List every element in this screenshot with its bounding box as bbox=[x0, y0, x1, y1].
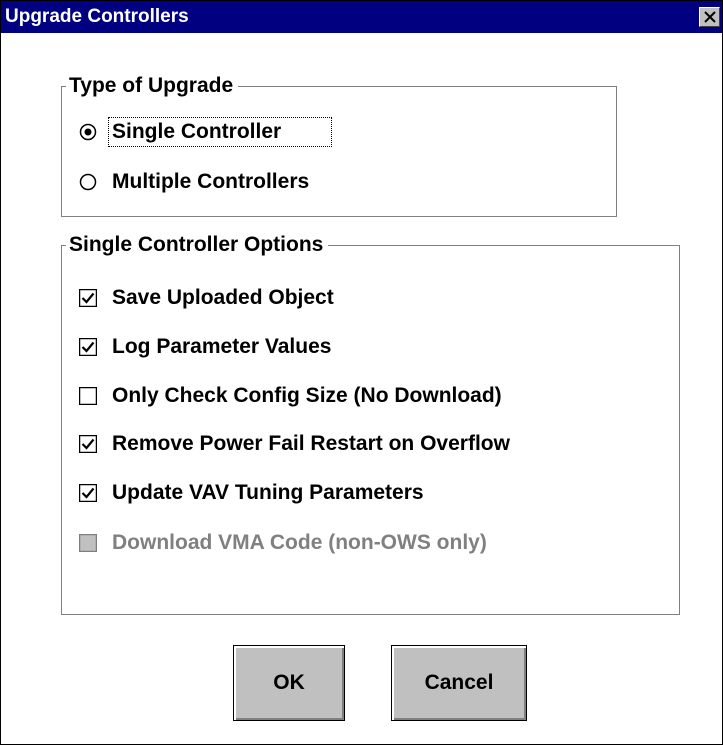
radio-single-controller-label: Single Controller bbox=[112, 120, 282, 143]
close-button[interactable] bbox=[699, 7, 720, 27]
single-controller-options-legend: Single Controller Options bbox=[66, 233, 329, 257]
radio-selected-icon bbox=[79, 123, 97, 141]
close-icon bbox=[704, 11, 716, 23]
update-vav-tuning-parameters-label: Update VAV Tuning Parameters bbox=[112, 481, 424, 504]
remove-power-fail-restart-label: Remove Power Fail Restart on Overflow bbox=[112, 432, 510, 455]
checkbox-remove-power-fail-restart[interactable]: Remove Power Fail Restart on Overflow bbox=[79, 429, 659, 459]
ok-button[interactable]: OK bbox=[233, 645, 345, 721]
type-of-upgrade-legend: Type of Upgrade bbox=[66, 74, 239, 98]
checkbox-download-vma-code: Download VMA Code (non-OWS only) bbox=[79, 528, 619, 558]
checkbox-log-parameter-values[interactable]: Log Parameter Values bbox=[79, 332, 419, 362]
checkbox-save-uploaded-object[interactable]: Save Uploaded Object bbox=[79, 283, 419, 313]
radio-single-controller[interactable]: Single Controller bbox=[79, 117, 339, 147]
window-title: Upgrade Controllers bbox=[5, 6, 189, 27]
title-bar[interactable]: Upgrade Controllers bbox=[1, 1, 722, 33]
upgrade-controllers-dialog: Upgrade Controllers Type of Upgrade Sing… bbox=[0, 0, 723, 745]
checkbox-only-check-config-size[interactable]: Only Check Config Size (No Download) bbox=[79, 381, 639, 411]
checkbox-checked-icon bbox=[79, 435, 97, 453]
ok-button-label: OK bbox=[273, 671, 305, 694]
cancel-button-label: Cancel bbox=[424, 671, 494, 694]
log-parameter-values-label: Log Parameter Values bbox=[112, 335, 332, 358]
radio-unselected-icon bbox=[79, 173, 97, 191]
type-of-upgrade-group bbox=[61, 86, 617, 217]
download-vma-code-label: Download VMA Code (non-OWS only) bbox=[112, 531, 487, 554]
cancel-button[interactable]: Cancel bbox=[391, 645, 527, 721]
save-uploaded-object-label: Save Uploaded Object bbox=[112, 286, 334, 309]
checkbox-disabled-icon bbox=[79, 534, 97, 552]
radio-multiple-controllers-label: Multiple Controllers bbox=[112, 170, 310, 193]
checkbox-checked-icon bbox=[79, 338, 97, 356]
checkbox-checked-icon bbox=[79, 289, 97, 307]
checkbox-checked-icon bbox=[79, 484, 97, 502]
radio-multiple-controllers[interactable]: Multiple Controllers bbox=[79, 167, 379, 197]
checkbox-update-vav-tuning-parameters[interactable]: Update VAV Tuning Parameters bbox=[79, 478, 559, 508]
checkbox-unchecked-icon bbox=[79, 387, 97, 405]
only-check-config-size-label: Only Check Config Size (No Download) bbox=[112, 384, 502, 407]
